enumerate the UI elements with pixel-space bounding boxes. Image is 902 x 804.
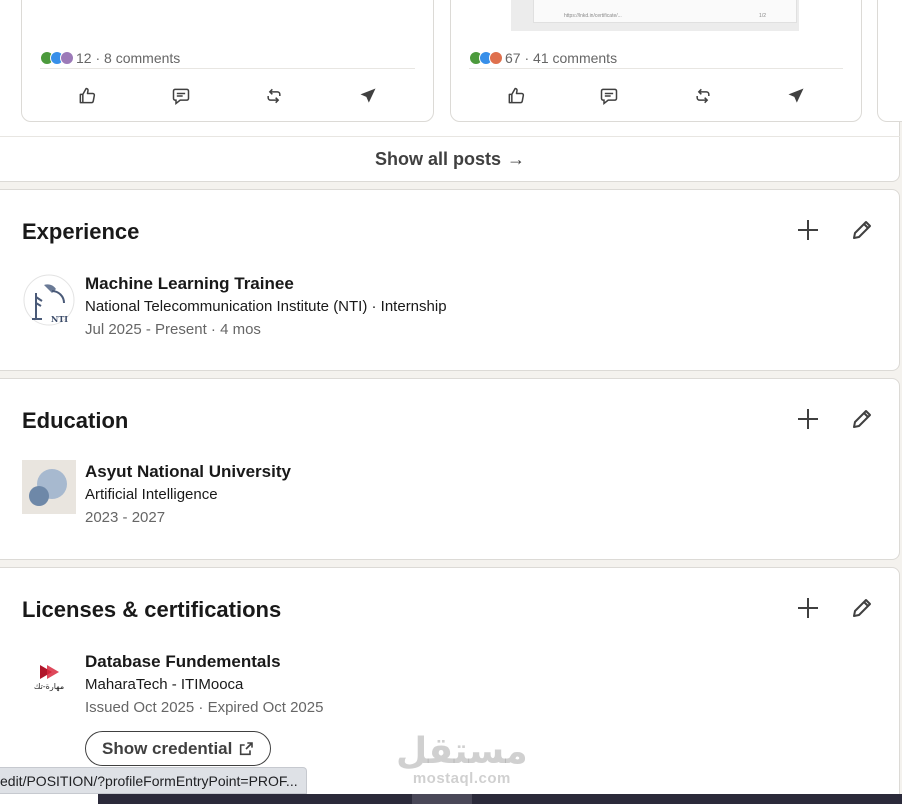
reaction-icons <box>469 51 503 65</box>
thumbs-up-icon <box>508 87 524 104</box>
issue-dates: Issued Oct 2025 · Expired Oct 2025 <box>85 699 324 716</box>
experience-tools <box>794 216 876 244</box>
repost-button[interactable] <box>261 83 287 109</box>
add-license-button[interactable] <box>794 594 822 622</box>
education-title: Education <box>22 408 129 433</box>
post-reactions[interactable]: 12 · 8 comments <box>40 50 180 66</box>
taskbar-item[interactable] <box>412 794 472 804</box>
arrow-right-icon: → <box>507 149 526 169</box>
post-card-1[interactable]: 12 · 8 comments <box>21 0 434 122</box>
reaction-count: 67 <box>505 50 521 66</box>
like-button[interactable] <box>74 83 100 109</box>
maharatech-logo[interactable]: مهارة-تك <box>22 651 76 705</box>
comment-button[interactable] <box>168 83 194 109</box>
show-all-posts-button[interactable]: Show all posts → <box>0 136 900 182</box>
watermark: مستقل mostaql.com <box>396 731 528 788</box>
edit-license-button[interactable] <box>848 594 876 622</box>
external-link-icon <box>240 741 254 755</box>
plus-icon <box>798 598 818 618</box>
preview-page: 1/2 <box>759 13 766 19</box>
comment-icon <box>601 88 618 106</box>
show-credential-button[interactable]: Show credential <box>85 731 272 766</box>
date-range: 2023 - 2027 <box>85 509 166 526</box>
post-reactions[interactable]: 67 · 41 comments <box>469 50 617 66</box>
education-entry[interactable]: Asyut National University Artificial Int… <box>22 460 291 529</box>
send-button[interactable] <box>355 83 381 109</box>
pencil-icon <box>853 410 871 428</box>
watermark-arabic: مستقل <box>396 731 528 772</box>
nti-logo[interactable]: NTI <box>22 273 76 327</box>
post-card-2[interactable]: https://lnkd.in/certificate/... 1/2 67 ·… <box>450 0 862 122</box>
thumbs-up-icon <box>79 87 95 104</box>
experience-entry[interactable]: NTI Machine Learning Trainee National Te… <box>22 273 447 341</box>
licenses-tools <box>794 594 876 622</box>
post-actions <box>40 83 415 109</box>
edit-experience-button[interactable] <box>848 216 876 244</box>
separator: · <box>91 50 105 66</box>
show-credential-label: Show credential <box>102 738 233 758</box>
certification-name: Database Fundementals <box>85 652 281 671</box>
add-education-button[interactable] <box>794 405 822 433</box>
education-tools <box>794 405 876 433</box>
svg-text:مهارة-تك: مهارة-تك <box>34 682 64 691</box>
license-entry[interactable]: مهارة-تك Database Fundementals MaharaTec… <box>22 651 323 719</box>
taskbar <box>98 794 902 804</box>
repost-icon <box>267 88 281 104</box>
pencil-icon <box>853 599 871 617</box>
plus-icon <box>798 220 818 240</box>
plus-icon <box>798 409 818 429</box>
comments-count[interactable]: 41 comments <box>533 50 617 66</box>
pencil-icon <box>853 221 871 239</box>
divider <box>40 68 415 69</box>
repost-icon <box>696 88 710 104</box>
send-button[interactable] <box>783 83 809 109</box>
add-experience-button[interactable] <box>794 216 822 244</box>
date-range: Jul 2025 - Present · 4 mos <box>85 321 261 338</box>
comment-icon <box>172 88 189 106</box>
post-actions <box>469 83 843 109</box>
send-icon <box>788 88 804 103</box>
repost-button[interactable] <box>690 83 716 109</box>
issuer-name: MaharaTech - ITIMooca <box>85 676 244 693</box>
watermark-latin: mostaql.com <box>412 770 511 787</box>
role-title: Machine Learning Trainee <box>85 274 294 293</box>
licenses-title: Licenses & certifications <box>22 597 282 622</box>
divider <box>469 68 843 69</box>
love-icon <box>60 51 74 65</box>
browser-status-url: edit/POSITION/?profileFormEntryPoint=PRO… <box>0 767 307 794</box>
document-preview: https://lnkd.in/certificate/... 1/2 <box>533 0 797 23</box>
post-image[interactable]: https://lnkd.in/certificate/... 1/2 <box>511 0 799 31</box>
separator: · <box>520 50 534 66</box>
send-icon <box>360 88 376 103</box>
reaction-count: 12 <box>76 50 92 66</box>
company-name: National Telecommunication Institute (NT… <box>85 298 447 315</box>
post-card-3-partial[interactable] <box>877 0 902 122</box>
school-logo-placeholder[interactable] <box>22 460 76 514</box>
love-icon <box>489 51 503 65</box>
reaction-icons <box>40 51 74 65</box>
show-all-label: Show all posts <box>374 149 502 169</box>
school-name: Asyut National University <box>85 462 291 481</box>
comments-count[interactable]: 8 comments <box>104 50 180 66</box>
experience-title: Experience <box>22 219 140 244</box>
comment-button[interactable] <box>596 83 622 109</box>
preview-url: https://lnkd.in/certificate/... <box>564 13 622 19</box>
field-of-study: Artificial Intelligence <box>85 486 218 503</box>
edit-education-button[interactable] <box>848 405 876 433</box>
svg-text:NTI: NTI <box>51 314 68 324</box>
like-button[interactable] <box>503 83 529 109</box>
